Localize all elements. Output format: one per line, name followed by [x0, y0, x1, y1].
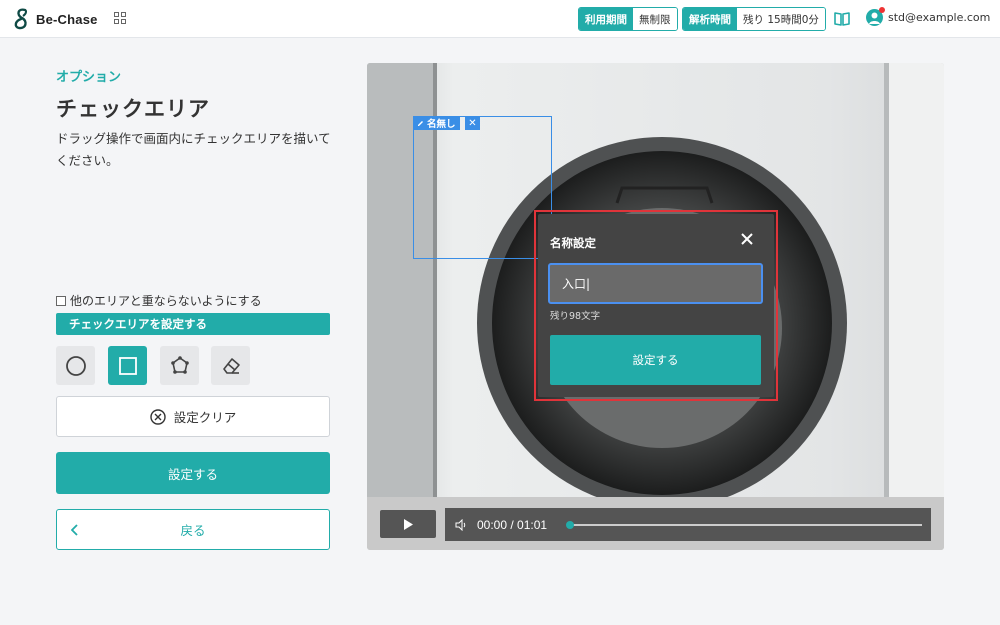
check-area-tag[interactable]: 名無し	[413, 116, 460, 130]
video-controls: 00:00 / 01:01	[367, 497, 944, 550]
back-label: 戻る	[180, 523, 206, 538]
circle-tool-button[interactable]	[56, 346, 95, 385]
top-header: Be-Chase 利用期間 無制限 解析時間 残り 15時間0分 std@exa…	[0, 0, 1000, 38]
eraser-icon	[222, 357, 240, 374]
check-area-name: 名無し	[427, 119, 456, 130]
option-subtitle: オプション	[56, 70, 122, 85]
play-icon	[404, 518, 413, 530]
volume-icon[interactable]	[455, 518, 467, 531]
area-name-input[interactable]: 入口|	[548, 263, 763, 304]
check-area-delete-button[interactable]: ✕	[465, 116, 480, 130]
play-button[interactable]	[380, 510, 436, 538]
logo[interactable]: Be-Chase	[12, 7, 98, 31]
back-button[interactable]: 戻る	[56, 509, 330, 550]
rectangle-tool-button[interactable]	[108, 346, 147, 385]
name-setting-dialog: 名称設定 入口| 残り98文字 設定する	[538, 214, 774, 397]
clear-settings-label: 設定クリア	[173, 410, 237, 425]
analysis-time-label: 解析時間	[683, 8, 737, 30]
clear-settings-button[interactable]: 設定クリア	[56, 396, 330, 437]
manual-book-icon[interactable]	[834, 11, 850, 26]
time-display: 00:00 / 01:01	[477, 517, 548, 532]
seek-track[interactable]	[566, 521, 922, 529]
check-area-rectangle[interactable]	[413, 116, 552, 259]
logo-text: Be-Chase	[36, 11, 98, 27]
polygon-icon	[170, 355, 189, 374]
no-overlap-label: 他のエリアと重ならないようにする	[70, 294, 262, 308]
dialog-submit-button[interactable]: 設定する	[550, 335, 761, 385]
analysis-time-value: 残り 15時間0分	[737, 8, 825, 30]
chevron-left-icon	[71, 524, 78, 536]
page-title: チェックエリア	[56, 97, 210, 121]
user-email: std@example.com	[888, 11, 991, 24]
apply-settings-button[interactable]: 設定する	[56, 452, 330, 494]
apps-grid-icon[interactable]	[114, 12, 126, 24]
section-header: チェックエリアを設定する	[56, 313, 330, 335]
pencil-icon	[418, 120, 423, 126]
instruction-text: ドラッグ操作で画面内にチェックエリアを描いてください。	[56, 131, 331, 168]
close-icon[interactable]	[739, 231, 755, 247]
dialog-title: 名称設定	[550, 236, 596, 250]
circle-icon	[65, 355, 86, 376]
clear-circle-x-icon	[150, 408, 166, 425]
eraser-tool-button[interactable]	[211, 346, 250, 385]
usage-period-value: 無制限	[633, 8, 677, 30]
no-overlap-checkbox[interactable]	[56, 295, 66, 306]
avatar-icon	[866, 7, 885, 26]
seek-bar-container: 00:00 / 01:01	[445, 508, 931, 541]
remaining-characters: 残り98文字	[550, 311, 601, 322]
logo-mark-icon	[14, 8, 28, 30]
polygon-tool-button[interactable]	[160, 346, 199, 385]
square-icon	[118, 356, 137, 375]
usage-period-badge: 利用期間 無制限	[578, 7, 678, 31]
user-menu[interactable]: std@example.com	[866, 7, 991, 26]
no-overlap-option[interactable]: 他のエリアと重ならないようにする	[56, 292, 262, 309]
analysis-time-badge: 解析時間 残り 15時間0分	[682, 7, 826, 31]
seek-knob[interactable]	[566, 521, 574, 529]
notification-dot	[879, 7, 885, 13]
usage-period-label: 利用期間	[579, 8, 633, 30]
